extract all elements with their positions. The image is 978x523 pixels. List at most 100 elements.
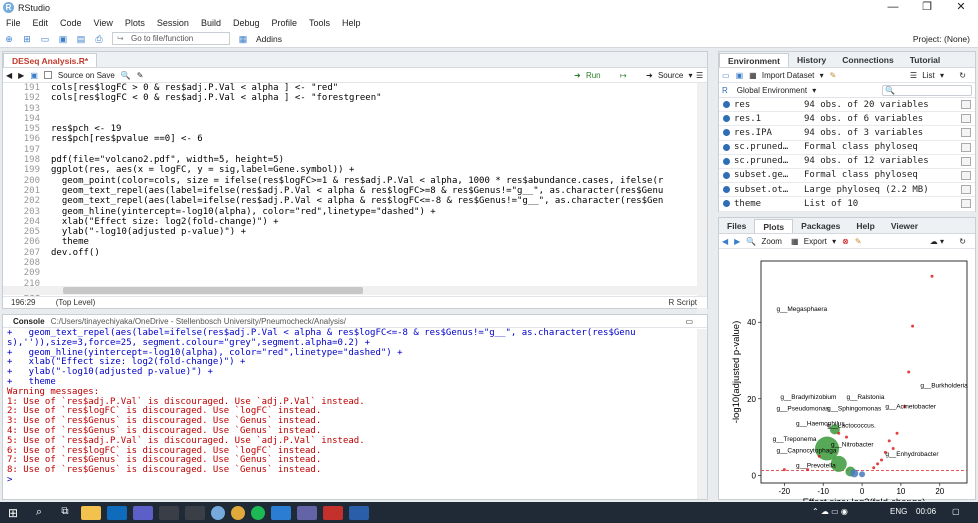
teams-icon-2[interactable] xyxy=(297,505,317,520)
menu-file[interactable]: File xyxy=(0,18,27,28)
grid-view-icon[interactable] xyxy=(961,128,971,138)
remove-plot-icon[interactable]: ⊗ xyxy=(842,237,849,246)
next-plot-icon[interactable]: ▶ xyxy=(734,237,740,246)
env-row[interactable]: sc.pruned… Formal class phyloseq xyxy=(719,141,975,155)
rerun-icon[interactable]: ↦ xyxy=(620,71,627,80)
search-taskbar-icon[interactable]: ⌕ xyxy=(29,506,49,520)
menu-code[interactable]: Code xyxy=(54,18,88,28)
broom-icon[interactable]: ✎ xyxy=(830,71,837,80)
console-scrollbar[interactable] xyxy=(697,329,707,499)
menu-debug[interactable]: Debug xyxy=(227,18,266,28)
code-text[interactable]: cols[res$logFC > 0 & res$adj.P.Val < alp… xyxy=(51,83,663,299)
code-line[interactable]: res$pch[res$pvalue ==0] <- 6 xyxy=(51,134,663,144)
console-output[interactable]: + geom_text_repel(aes(label=ifelse(res$a… xyxy=(7,328,695,486)
tab-packages[interactable]: Packages xyxy=(793,219,848,233)
tab-plots[interactable]: Plots xyxy=(754,219,794,233)
env-row[interactable]: sc.pruned… 94 obs. of 12 variables xyxy=(719,155,975,169)
env-row[interactable]: subset.ot… Large phyloseq (2.2 MB) xyxy=(719,183,975,198)
menu-build[interactable]: Build xyxy=(195,18,227,28)
tab-console[interactable]: Console xyxy=(13,317,45,326)
editor-hscroll-thumb[interactable] xyxy=(63,287,363,294)
print-icon[interactable]: ⎙ xyxy=(92,33,106,45)
env-row[interactable]: theme List of 10 xyxy=(719,197,975,212)
grid-view-icon[interactable] xyxy=(961,199,971,209)
code-line[interactable]: geom_hline(yintercept=-log10(alpha), col… xyxy=(51,207,663,217)
tab-history[interactable]: History xyxy=(789,53,834,67)
new-file-icon[interactable]: ⊕ xyxy=(2,33,16,45)
save-all-icon[interactable]: ▤ xyxy=(74,33,88,45)
rstudio-taskbar-icon[interactable] xyxy=(211,505,225,520)
teams-icon[interactable] xyxy=(133,505,153,520)
code-line[interactable] xyxy=(51,268,663,278)
maximize-icon[interactable]: ❐ xyxy=(912,0,942,14)
grid-view-icon[interactable] xyxy=(961,142,971,152)
grid-view-icon[interactable] xyxy=(961,185,971,195)
load-workspace-icon[interactable]: ▭ xyxy=(722,71,730,80)
source-on-save-checkbox[interactable] xyxy=(43,71,52,79)
code-line[interactable]: res$pch <- 19 xyxy=(51,124,663,134)
grid-view-icon[interactable] xyxy=(961,171,971,181)
menu-tools[interactable]: Tools xyxy=(303,18,336,28)
grid-view-icon[interactable] xyxy=(961,114,971,124)
publish-icon[interactable]: ☁ ▾ xyxy=(930,237,944,246)
code-line[interactable] xyxy=(51,145,663,155)
refresh-plot-icon[interactable]: ↻ xyxy=(959,237,966,246)
code-line[interactable]: theme xyxy=(51,237,663,247)
outline-icon[interactable]: ☰ xyxy=(696,71,703,80)
code-line[interactable] xyxy=(51,104,663,114)
new-project-icon[interactable]: ⊞ xyxy=(20,33,34,45)
list-view-menu[interactable]: ☰ List ▾ xyxy=(910,71,944,80)
code-line[interactable]: geom_text_repel(aes(label=ifelse(res$adj… xyxy=(51,196,663,206)
menu-plots[interactable]: Plots xyxy=(119,18,151,28)
code-line[interactable]: geom_point(color=cols, size = ifelse(res… xyxy=(51,176,663,186)
back-icon[interactable]: ◀ xyxy=(6,71,12,80)
grid-layout-icon[interactable]: ▦ xyxy=(236,33,250,45)
windows-start-icon[interactable]: ⊞ xyxy=(3,506,23,520)
code-line[interactable]: pdf(file="volcano2.pdf", width=5, height… xyxy=(51,155,663,165)
code-line[interactable]: dev.off() xyxy=(51,248,663,258)
word-icon[interactable] xyxy=(271,505,291,520)
menu-edit[interactable]: Edit xyxy=(27,18,55,28)
grid-view-icon[interactable] xyxy=(961,100,971,110)
code-line[interactable]: ylab("-log10(adjusted p-value)") + xyxy=(51,227,663,237)
import-dataset-button[interactable]: ▦ Import Dataset ▾ xyxy=(749,71,824,80)
chrome-icon[interactable] xyxy=(231,505,245,520)
save-workspace-icon[interactable]: ▣ xyxy=(736,71,744,80)
tab-connections[interactable]: Connections xyxy=(834,53,901,67)
code-line[interactable]: geom_text_repel(aes(label=ifelse(res$adj… xyxy=(51,186,663,196)
open-file-icon[interactable]: ▭ xyxy=(38,33,52,45)
env-row[interactable]: res.IPA 94 obs. of 3 variables xyxy=(719,126,975,141)
filetype-indicator[interactable]: R Script xyxy=(669,297,697,309)
close-icon[interactable]: ✕ xyxy=(946,0,976,14)
notifications-icon[interactable]: ▢ xyxy=(952,507,960,516)
menu-session[interactable]: Session xyxy=(151,18,195,28)
grid-view-icon[interactable] xyxy=(961,156,971,166)
editor-horizontal-scrollbar[interactable] xyxy=(3,286,699,295)
tab-files[interactable]: Files xyxy=(719,219,754,233)
file-explorer-icon[interactable] xyxy=(81,505,101,520)
minimize-icon[interactable]: — xyxy=(878,0,908,14)
scope-indicator[interactable]: (Top Level) xyxy=(56,298,96,307)
run-button[interactable]: ➜ Run xyxy=(574,71,604,80)
env-row[interactable]: res.1 94 obs. of 6 variables xyxy=(719,112,975,127)
tab-tutorial[interactable]: Tutorial xyxy=(902,53,949,67)
save-file-icon[interactable]: ▣ xyxy=(30,71,38,80)
menu-profile[interactable]: Profile xyxy=(266,18,304,28)
code-line[interactable] xyxy=(51,114,663,124)
search-icon[interactable]: 🔍 xyxy=(121,71,131,80)
source-button[interactable]: ➜ Source ▾ xyxy=(646,71,693,80)
code-line[interactable]: ggplot(res, aes(x = logFC, y = sig,label… xyxy=(51,165,663,175)
app-icon[interactable] xyxy=(159,505,179,520)
code-line[interactable]: xlab("Effect size: log2(fold-change)") + xyxy=(51,217,663,227)
tab-help[interactable]: Help xyxy=(848,219,882,233)
addins-menu[interactable]: Addins xyxy=(256,34,282,44)
tab-viewer[interactable]: Viewer xyxy=(883,219,926,233)
clock[interactable]: 00:06 xyxy=(916,507,936,516)
tab-deseq-analysis[interactable]: DESeq Analysis.R* xyxy=(3,53,98,67)
console-maximize-icon[interactable]: ▭ xyxy=(685,315,693,328)
export-button[interactable]: ▦ Export ▾ xyxy=(791,237,836,246)
tab-environment[interactable]: Environment xyxy=(719,53,789,67)
forward-icon[interactable]: ▶ xyxy=(18,71,24,80)
acrobat-icon[interactable] xyxy=(323,505,343,520)
save-icon[interactable]: ▣ xyxy=(56,33,70,45)
